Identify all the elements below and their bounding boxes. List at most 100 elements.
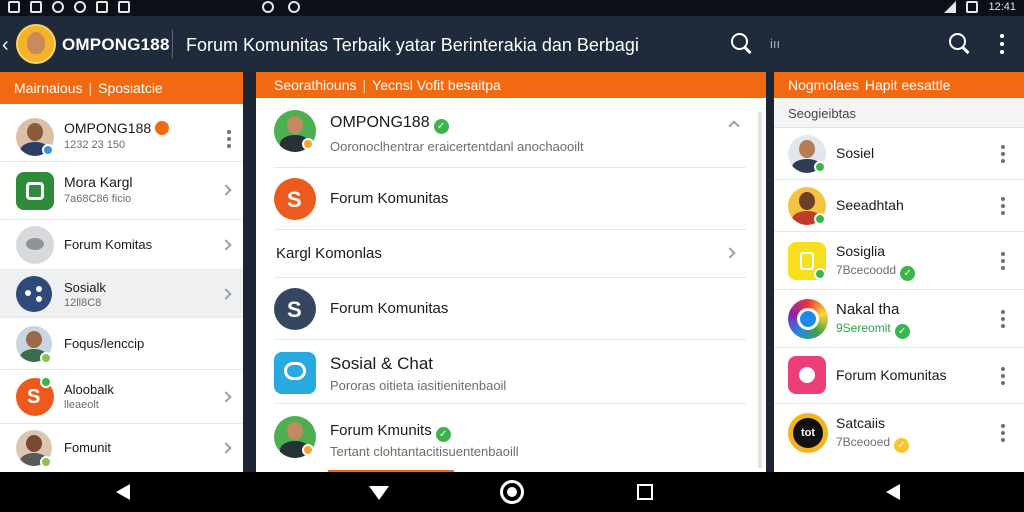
item-name: Forum Komitas [64,237,153,252]
notification-icons [8,1,130,13]
item-name: Aloobalk [64,382,114,397]
item-name: Sosial & Chat [330,354,433,373]
list-item-selected[interactable]: Sosialk 12ll8C8 [0,270,243,318]
list-item[interactable]: Forum Komitas [0,220,243,270]
more-vert-icon[interactable] [992,32,1012,56]
more-vert-icon[interactable] [1000,145,1006,163]
right-panel-header: Nogmolaes Hapit eesattle [774,72,1024,98]
list-item[interactable]: OMPONG188 ✓ Ooronoclhentrar eraicertentda… [274,98,746,168]
more-vert-icon[interactable] [1000,252,1006,270]
list-item[interactable]: S Forum Komunitas [274,168,746,230]
item-name: Satcaiis [836,415,886,431]
header-tab[interactable]: Seorathiouns [274,77,357,93]
item-name: Fomunit [64,440,111,455]
more-vert-icon[interactable] [1000,310,1006,328]
chevron-right-icon [220,184,232,196]
badge-icon [40,376,52,388]
notification-icon [262,1,274,13]
list-item[interactable]: Sosial & Chat Pororas oitieta iasitienit… [274,340,746,404]
list-item[interactable]: S Aloobalk lleaeolt [0,370,243,424]
section-header: Seogieibtas [774,98,1024,128]
scrollbar[interactable] [758,112,762,468]
search-icon[interactable] [948,32,970,54]
item-sub: 12ll8C8 [64,297,102,309]
chevron-right-icon [724,247,736,259]
rainbow-icon [788,299,828,339]
badge-icon [814,268,826,280]
notification-icon [118,1,130,13]
notification-icon [52,1,64,13]
badge-icon [814,161,826,173]
nav-home-icon[interactable] [500,480,524,504]
item-sub: lleaeolt [64,399,99,411]
nav-back-icon[interactable] [886,484,900,500]
list-item[interactable]: Foqus/lenccip [0,318,243,370]
tot-icon: tot [788,413,828,453]
more-vert-icon[interactable] [1000,367,1006,385]
left-panel-header: Mairnaious | Sposiatcie [0,72,243,104]
verified-icon: ✓ [433,119,449,134]
header-tab[interactable]: Mairnaious [14,80,82,96]
navigation-bar [0,472,1024,512]
dots-app-icon [16,276,52,312]
item-name: Sosialk [64,280,106,295]
item-sub: 9Sereomit ✓ [836,321,910,339]
notification-icon [8,1,20,13]
header-tab[interactable]: Yecnsl Vofit besaitpa [372,77,501,93]
item-name: OMPONG188 [64,120,170,136]
more-vert-icon[interactable] [226,130,232,148]
section-row[interactable]: Kargl Komonlas [274,230,746,278]
search-icon[interactable] [730,32,752,54]
header-tab[interactable]: Sposiatcie [98,80,163,96]
item-sub: 7Bcecoodd ✓ [836,263,916,281]
header-tab[interactable]: Nogmolaes [788,77,859,93]
list-item[interactable]: Forum Komunitas [774,348,1024,404]
item-name: Forum Komunitas [330,300,449,317]
item-name: Nakal tha [836,301,900,318]
back-arrow-icon[interactable]: ‹ [2,34,9,57]
right-panel: Nogmolaes Hapit eesattle Seogieibtas Sos… [774,72,1024,472]
nav-hide-keyboard-icon[interactable] [369,486,389,500]
header-tab[interactable]: Hapit eesattle [865,77,951,93]
badge-icon [302,138,314,150]
nav-back-icon[interactable] [116,484,130,500]
item-name: Forum Komunitas [836,367,947,383]
list-item[interactable]: OMPONG188 1232 23 150 [0,104,243,162]
list-item[interactable]: Forum Kmunits ✓ Tertant clohtantacitisuen… [274,404,746,468]
battery-icon [966,1,979,13]
list-item[interactable]: S Forum Komunitas [274,278,746,340]
list-item[interactable]: Fomunit [0,424,243,472]
chevron-up-icon[interactable] [728,120,740,132]
nav-recents-icon[interactable] [637,484,653,500]
item-name: Foqus/lenccip [64,336,145,351]
page-title: Forum Komunitas Terbaik yatar Berinterak… [186,35,639,55]
item-sub: 7a68C86 ficio [64,193,132,205]
item-name: Forum Komunitas [330,190,449,207]
pink-flower-icon [788,356,826,394]
item-sub: 1232 23 150 [64,139,126,151]
more-vert-icon[interactable] [1000,197,1006,215]
list-item[interactable]: Mora Kargl 7a68C86 ficio [0,162,243,220]
signal-icon [944,1,957,13]
panel-gutter [243,72,256,472]
item-sub: Tertant clohtantacitisuentenbaoill [330,444,519,459]
list-item[interactable]: Nakal tha 9Sereomit ✓ [774,290,1024,348]
item-name: Sosiel [836,145,875,161]
verified-icon: ✓ [900,266,916,281]
list-item[interactable]: tot Satcaiis 7Bceooed ✓ [774,404,1024,462]
badge-icon [42,144,54,156]
list-item[interactable]: Sosiel [774,128,1024,180]
s-navy-icon: S [274,288,316,330]
status-dot-icon [155,121,170,135]
search-hint: iıı [770,36,781,51]
item-name: Seeadhtah [836,197,904,213]
more-vert-icon[interactable] [1000,424,1006,442]
chevron-right-icon [220,288,232,300]
leaf-app-icon [16,172,54,210]
brand-logo[interactable] [16,24,56,64]
list-item[interactable]: Sosiglia 7Bcecoodd ✓ [774,232,1024,290]
verified-icon: ✓ [435,427,451,442]
list-item[interactable]: Seeadhtah [774,180,1024,232]
item-sub: Pororas oitieta iasitienitenbaoil [330,378,507,393]
item-name: OMPONG188 ✓ [330,114,449,134]
